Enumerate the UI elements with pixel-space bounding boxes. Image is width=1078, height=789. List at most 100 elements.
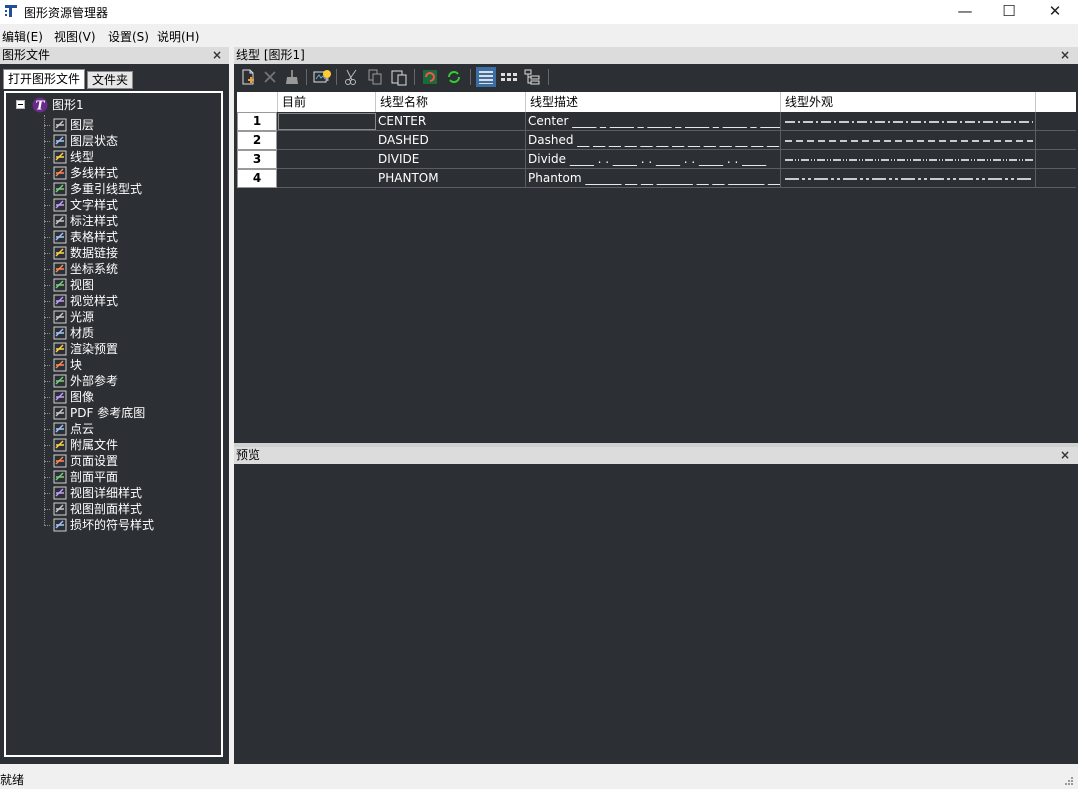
- menu-view[interactable]: 视图(V): [54, 28, 96, 45]
- row-number[interactable]: 3: [237, 150, 277, 169]
- set-current-icon[interactable]: [312, 67, 332, 87]
- cell-linetype-name[interactable]: DIVIDE: [376, 150, 526, 169]
- cell-linetype-name[interactable]: PHANTOM: [376, 169, 526, 188]
- tree-item[interactable]: 数据链接: [44, 245, 214, 261]
- tree-item[interactable]: 线型: [44, 149, 214, 165]
- linetype-preview-line: [785, 159, 1033, 161]
- drawing-icon: T: [32, 97, 48, 113]
- column-header-name[interactable]: 线型名称: [376, 92, 526, 112]
- panel-close-icon[interactable]: ×: [1060, 47, 1070, 64]
- tree-item[interactable]: 视觉样式: [44, 293, 214, 309]
- tree-item-label: 材质: [70, 326, 95, 340]
- cell-current[interactable]: [278, 132, 376, 149]
- broken-symbol-style-icon: [53, 518, 67, 532]
- refresh-green-icon[interactable]: [444, 67, 464, 87]
- detail-view-style-icon: [53, 486, 67, 500]
- tree-item-label: 数据链接: [70, 246, 119, 260]
- table-row[interactable]: 4 PHANTOM Phantom ______ __ __ ______ __ _…: [237, 169, 1076, 188]
- table-row[interactable]: 2 DASHED Dashed __ __ __ __ __ __ __ __ __…: [237, 131, 1076, 150]
- menu-help[interactable]: 说明(H): [157, 28, 199, 45]
- tree-item[interactable]: 图层: [44, 117, 214, 133]
- minimize-button[interactable]: —: [942, 0, 988, 24]
- cell-linetype-description[interactable]: Divide ____ . . ____ . . ____ . . ____ .…: [526, 150, 781, 169]
- tree-item[interactable]: 文字样式: [44, 197, 214, 213]
- tree-item-label: 损坏的符号样式: [70, 518, 155, 532]
- resize-grip-icon[interactable]: [1064, 776, 1074, 786]
- visual-style-icon: [53, 294, 67, 308]
- tree-item[interactable]: 视图: [44, 277, 214, 293]
- tree-item[interactable]: 图层状态: [44, 133, 214, 149]
- tree-item[interactable]: 页面设置: [44, 453, 214, 469]
- cell-linetype-description[interactable]: Phantom ______ __ __ ______ __ __ ______…: [526, 169, 781, 188]
- tab-strip: 打开图形文件 文件夹: [0, 66, 229, 90]
- cell-current[interactable]: [278, 151, 376, 168]
- cut-icon[interactable]: [342, 67, 362, 87]
- panel-title: 线型 [图形1]: [236, 48, 305, 62]
- tree-item[interactable]: 视图剖面样式: [44, 501, 214, 517]
- tree-item-label: 坐标系统: [70, 262, 119, 276]
- tree-item-label: 线型: [70, 150, 95, 164]
- close-button[interactable]: ✕: [1032, 0, 1078, 24]
- tree-item[interactable]: 块: [44, 357, 214, 373]
- tree-item[interactable]: 图像: [44, 389, 214, 405]
- view-eye-icon: [53, 278, 67, 292]
- tab-open-drawings[interactable]: 打开图形文件: [3, 69, 86, 89]
- tree-item[interactable]: 多线样式: [44, 165, 214, 181]
- row-number[interactable]: 2: [237, 131, 277, 150]
- refresh-red-icon[interactable]: [420, 67, 440, 87]
- tree-item[interactable]: 视图详细样式: [44, 485, 214, 501]
- column-header-appearance[interactable]: 线型外观: [781, 92, 1036, 112]
- tree-item[interactable]: 损坏的符号样式: [44, 517, 214, 533]
- tree-item[interactable]: 标注样式: [44, 213, 214, 229]
- tree-view-icon[interactable]: [522, 67, 542, 87]
- tree-item[interactable]: PDF 参考底图: [44, 405, 214, 421]
- tree-item[interactable]: 外部参考: [44, 373, 214, 389]
- column-header-current[interactable]: 目前: [278, 92, 376, 112]
- tree-guide-line: [44, 237, 50, 238]
- tree-item[interactable]: 渲染预置: [44, 341, 214, 357]
- cell-linetype-name[interactable]: CENTER: [376, 112, 526, 131]
- tree-item[interactable]: 剖面平面: [44, 469, 214, 485]
- tree-item[interactable]: 点云: [44, 421, 214, 437]
- purge-icon[interactable]: [282, 67, 302, 87]
- tree-item-label: 剖面平面: [70, 470, 119, 484]
- collapse-icon[interactable]: [16, 100, 25, 109]
- cell-current[interactable]: [278, 113, 376, 130]
- panel-close-icon[interactable]: ×: [212, 47, 222, 64]
- paste-icon[interactable]: [389, 67, 409, 87]
- panel-header: 预览: [234, 447, 1078, 464]
- panel-close-icon[interactable]: ×: [1060, 447, 1070, 464]
- tab-folders[interactable]: 文件夹: [87, 71, 134, 89]
- list-view-icon[interactable]: [499, 67, 519, 87]
- tree-item[interactable]: 材质: [44, 325, 214, 341]
- cell-linetype-description[interactable]: Dashed __ __ __ __ __ __ __ __ __ __ __ …: [526, 131, 781, 150]
- tree-item-label: 文字样式: [70, 198, 119, 212]
- menu-settings[interactable]: 设置(S): [108, 28, 149, 45]
- tree-item[interactable]: 坐标系统: [44, 261, 214, 277]
- multileader-style-icon: [53, 182, 67, 196]
- row-number[interactable]: 4: [237, 169, 277, 188]
- column-header-description[interactable]: 线型描述: [526, 92, 781, 112]
- detail-view-icon[interactable]: [476, 67, 496, 87]
- tree-item-label: PDF 参考底图: [70, 406, 146, 420]
- light-icon: [53, 310, 67, 324]
- row-number[interactable]: 1: [237, 112, 277, 131]
- dimension-style-icon: [53, 214, 67, 228]
- delete-icon[interactable]: [260, 67, 280, 87]
- tree-guide-line: [44, 269, 50, 270]
- cell-linetype-name[interactable]: DASHED: [376, 131, 526, 150]
- new-icon[interactable]: [238, 67, 258, 87]
- page-setup-icon: [53, 454, 67, 468]
- cell-current[interactable]: [278, 170, 376, 187]
- table-row[interactable]: 1 CENTER Center ____ _ ____ _ ____ _ ____ …: [237, 112, 1076, 131]
- copy-icon[interactable]: [365, 67, 385, 87]
- table-row[interactable]: 3 DIVIDE Divide ____ . . ____ . . ____ . .…: [237, 150, 1076, 169]
- tree-item[interactable]: 多重引线型式: [44, 181, 214, 197]
- tree-item[interactable]: 附属文件: [44, 437, 214, 453]
- tree-item[interactable]: 表格样式: [44, 229, 214, 245]
- maximize-button[interactable]: ☐: [986, 0, 1032, 24]
- toolbar: [234, 65, 1078, 89]
- tree-item[interactable]: 光源: [44, 309, 214, 325]
- cell-linetype-description[interactable]: Center ____ _ ____ _ ____ _ ____ _ ____ …: [526, 112, 781, 131]
- menu-edit[interactable]: 编辑(E): [2, 28, 43, 45]
